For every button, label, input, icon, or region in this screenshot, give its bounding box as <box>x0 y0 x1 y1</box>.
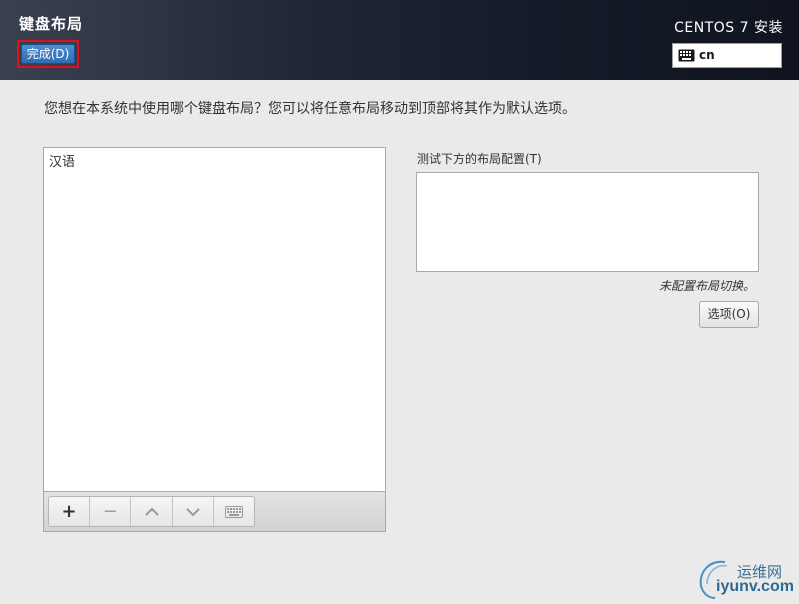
keyboard-layout-indicator[interactable]: cn <box>672 43 782 68</box>
page-title: 键盘布局 <box>19 15 84 33</box>
options-button[interactable]: 选项(O) <box>699 301 759 328</box>
preview-layout-button[interactable] <box>213 497 254 526</box>
test-layout-label: 测试下方的布局配置(T) <box>417 152 542 166</box>
minus-icon: − <box>102 501 118 522</box>
watermark-logo: 运维网 iyunv.com <box>695 556 795 600</box>
move-up-button[interactable] <box>131 497 173 526</box>
layout-toolbar-buttons: + − <box>48 496 255 527</box>
keyboard-icon <box>678 49 695 62</box>
header-bar: 键盘布局 完成(D) CENTOS 7 安装 cn <box>0 0 799 80</box>
layout-list[interactable]: 汉语 <box>43 147 386 492</box>
add-layout-button[interactable]: + <box>49 497 91 526</box>
remove-layout-button[interactable]: − <box>90 497 132 526</box>
layout-list-toolbar: + − <box>43 491 386 532</box>
product-title: CENTOS 7 安装 <box>674 20 783 36</box>
move-down-button[interactable] <box>172 497 214 526</box>
instruction-text: 您想在本系统中使用哪个键盘布局？您可以将任意布局移动到顶部将其作为默认选项。 <box>44 101 576 117</box>
keyboard-layout-code: cn <box>699 48 715 62</box>
plus-icon: + <box>61 501 77 522</box>
watermark-en-text: iyunv.com <box>716 578 794 595</box>
list-item[interactable]: 汉语 <box>49 151 75 170</box>
done-button[interactable]: 完成(D) <box>21 44 75 64</box>
keyboard-icon <box>224 505 243 518</box>
chevron-up-icon <box>144 507 159 516</box>
layout-switching-status: 未配置布局切换。 <box>658 279 755 293</box>
chevron-down-icon <box>185 507 200 516</box>
test-layout-input[interactable] <box>416 172 759 272</box>
